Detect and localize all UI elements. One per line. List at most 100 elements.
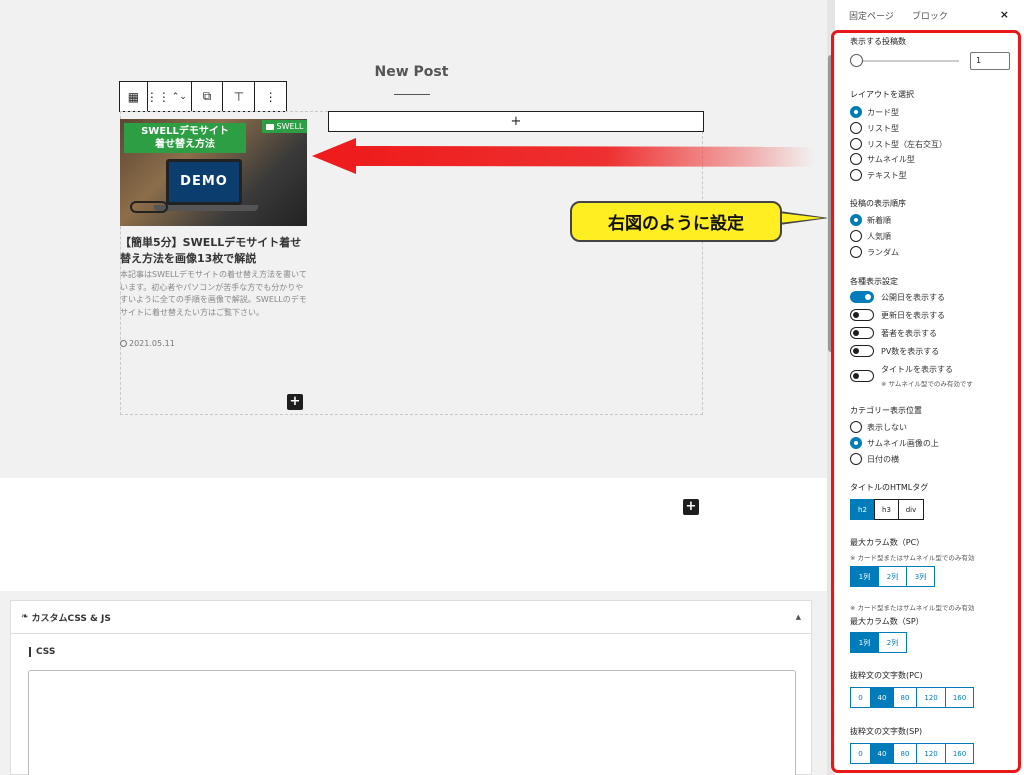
display-settings-label: 各種表示設定	[850, 277, 898, 286]
order-option-random[interactable]: ランダム	[867, 247, 899, 258]
callout-tail	[779, 213, 823, 223]
toggle-author[interactable]	[850, 327, 874, 339]
html-tag-h3[interactable]: h3	[874, 499, 899, 520]
transform-icon[interactable]: ⧉	[192, 82, 224, 111]
block-appender-button[interactable]: +	[328, 111, 704, 132]
cols-pc-3[interactable]: 3列	[906, 566, 935, 587]
tab-page[interactable]: 固定ページ	[849, 9, 894, 22]
more-options-icon[interactable]: ⋮	[255, 82, 286, 111]
layout-radio-list-alt[interactable]	[850, 138, 862, 150]
excerpt-sp-40[interactable]: 40	[870, 743, 894, 764]
post-date-text: 2021.05.11	[129, 339, 175, 348]
close-icon[interactable]: ×	[1000, 8, 1009, 21]
html-tag-div[interactable]: div	[898, 499, 924, 520]
order-radio-newest[interactable]	[850, 214, 862, 226]
excerpt-pc-group: 0 40 80 120 160	[850, 687, 974, 708]
toggle-modified-date-label: 更新日を表示する	[881, 311, 945, 320]
category-pos-radio-thumb[interactable]	[850, 437, 862, 449]
excerpt-sp-160[interactable]: 160	[945, 743, 974, 764]
layout-radio-card[interactable]	[850, 106, 862, 118]
category-badge: SWELL	[262, 120, 307, 133]
section-title[interactable]: New Post	[320, 64, 503, 80]
cols-pc-2[interactable]: 2列	[878, 566, 907, 587]
category-pos-option-thumb[interactable]: サムネイル画像の上	[867, 438, 939, 449]
custom-css-js-panel: ❧ カスタムCSS & JS ▲ CSS	[10, 600, 812, 775]
cols-sp-label: 最大カラム数（SP）	[850, 617, 924, 626]
excerpt-pc-0[interactable]: 0	[850, 687, 871, 708]
excerpt-sp-120[interactable]: 120	[916, 743, 946, 764]
category-pos-option-date[interactable]: 日付の横	[867, 454, 899, 465]
layout-option-text[interactable]: テキスト型	[867, 170, 907, 181]
post-count-slider-handle[interactable]	[850, 54, 863, 67]
tab-block[interactable]: ブロック	[912, 9, 948, 22]
excerpt-pc-80[interactable]: 80	[893, 687, 917, 708]
collapse-caret-icon[interactable]: ▲	[796, 613, 801, 621]
category-pos-option-none[interactable]: 表示しない	[867, 422, 907, 433]
sidebar-tabs: 固定ページ ブロック	[835, 0, 1024, 30]
excerpt-sp-group: 0 40 80 120 160	[850, 743, 974, 764]
annotation-arrow-shaft	[353, 146, 815, 167]
layout-option-list-alt[interactable]: リスト型（左右交互）	[867, 139, 947, 150]
layout-radio-thumbnail[interactable]	[850, 153, 862, 165]
thumbnail-banner: SWELLデモサイト 着せ替え方法	[124, 123, 246, 153]
folder-icon	[265, 123, 274, 130]
post-thumbnail[interactable]: SWELLデモサイト 着せ替え方法 DEMO	[120, 119, 307, 226]
add-block-button-lower[interactable]: +	[683, 499, 699, 515]
cols-sp-group: 1列 2列	[850, 632, 907, 653]
category-label: SWELL	[276, 122, 304, 131]
toggle-title[interactable]	[850, 370, 874, 382]
toggle-pv-label: PV数を表示する	[881, 347, 940, 356]
post-count-slider-track[interactable]	[859, 60, 959, 62]
css-textarea[interactable]	[28, 670, 796, 775]
excerpt-sp-label: 抜粋文の文字数(SP)	[850, 727, 923, 736]
category-pos-radio-date[interactable]	[850, 453, 862, 465]
align-top-icon[interactable]: ⊤	[223, 82, 256, 111]
layout-option-thumbnail[interactable]: サムネイル型	[867, 154, 915, 165]
excerpt-pc-40[interactable]: 40	[870, 687, 894, 708]
post-title[interactable]: 【簡単5分】SWELLデモサイト着せ替え方法を画像13枚で解説	[120, 235, 310, 267]
laptop-screen-text: DEMO	[180, 174, 228, 189]
excerpt-pc-label: 抜粋文の文字数(PC)	[850, 671, 923, 680]
glasses-graphic	[130, 201, 168, 213]
excerpt-sp-0[interactable]: 0	[850, 743, 871, 764]
block-toolbar: ▦ ⋮⋮ ⌃⌄ ⧉ ⊤ ⋮	[119, 81, 287, 112]
post-count-input[interactable]: 1	[970, 52, 1010, 70]
order-radio-random[interactable]	[850, 246, 862, 258]
order-option-newest[interactable]: 新着順	[867, 215, 891, 226]
post-date: 2021.05.11	[120, 339, 175, 348]
canvas-scrollbar-thumb[interactable]	[828, 55, 834, 352]
cols-sp-note: ※ カード型またはサムネイル型でのみ有効	[850, 604, 975, 612]
move-up-down-icon[interactable]: ⌃⌄	[168, 82, 192, 111]
drag-handle-icon[interactable]: ⋮⋮	[146, 82, 170, 111]
layout-option-card[interactable]: カード型	[867, 107, 899, 118]
excerpt-pc-160[interactable]: 160	[945, 687, 974, 708]
custom-css-js-header[interactable]: ❧ カスタムCSS & JS ▲	[11, 601, 811, 634]
order-radio-popular[interactable]	[850, 230, 862, 242]
excerpt-sp-80[interactable]: 80	[893, 743, 917, 764]
category-position-label: カテゴリー表示位置	[850, 406, 922, 415]
order-option-popular[interactable]: 人気順	[867, 231, 891, 242]
toggle-title-note: ※ サムネイル型でのみ有効です	[881, 380, 973, 388]
layout-radio-text[interactable]	[850, 169, 862, 181]
leaf-icon: ❧	[21, 612, 29, 622]
post-excerpt: 本記事はSWELLデモサイトの着せ替え方法を書いています。初心者やパソコンが苦手…	[120, 270, 307, 317]
toggle-publish-date-label: 公開日を表示する	[881, 293, 945, 302]
toggle-modified-date[interactable]	[850, 309, 874, 321]
toggle-publish-date[interactable]	[850, 291, 874, 303]
cols-sp-2[interactable]: 2列	[878, 632, 907, 653]
category-pos-radio-none[interactable]	[850, 421, 862, 433]
cols-pc-1[interactable]: 1列	[850, 566, 879, 587]
custom-css-js-title: カスタムCSS & JS	[31, 613, 111, 624]
cols-pc-label: 最大カラム数（PC）	[850, 538, 925, 547]
toggle-pv[interactable]	[850, 345, 874, 357]
layout-radio-list[interactable]	[850, 122, 862, 134]
cols-sp-1[interactable]: 1列	[850, 632, 879, 653]
html-tag-h2[interactable]: h2	[850, 499, 875, 520]
block-type-icon[interactable]: ▦	[120, 82, 148, 111]
add-block-button[interactable]: +	[287, 394, 303, 410]
annotation-arrow-head	[312, 138, 356, 174]
layout-option-list[interactable]: リスト型	[867, 123, 899, 134]
editor-canvas-lower	[0, 478, 827, 591]
clock-icon	[120, 340, 127, 347]
excerpt-pc-120[interactable]: 120	[916, 687, 946, 708]
